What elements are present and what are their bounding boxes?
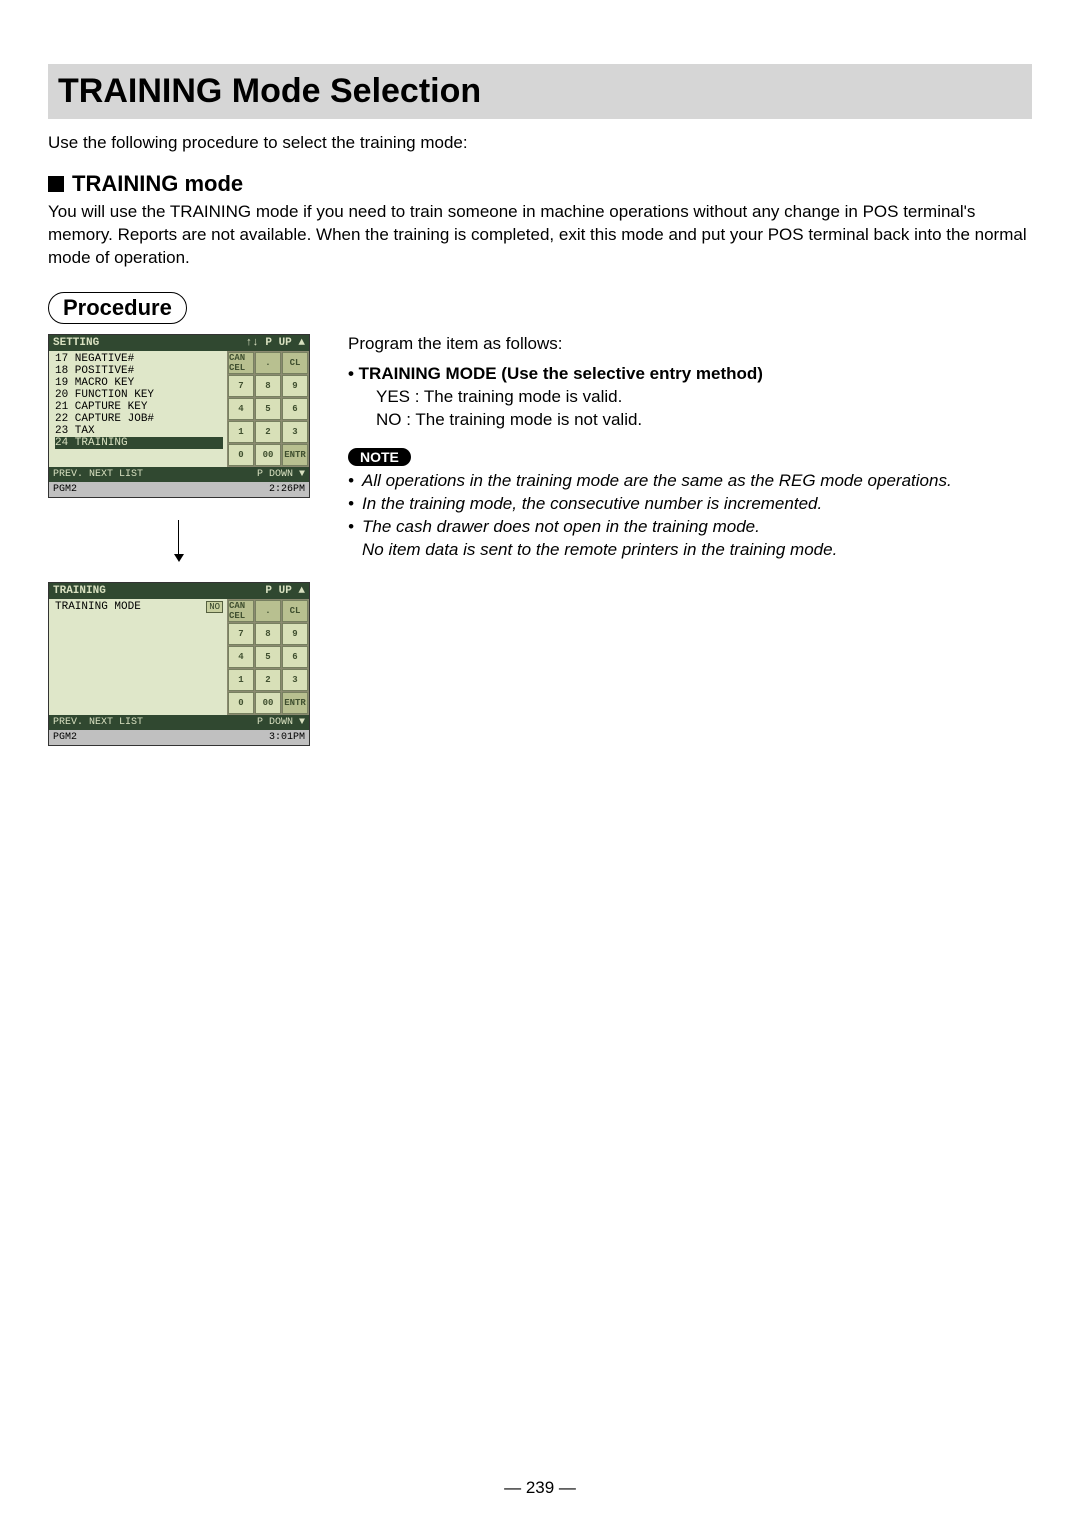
list-item[interactable]: 23 TAX xyxy=(55,425,223,437)
title-bar: TRAINING Mode Selection xyxy=(48,64,1032,119)
list-item[interactable]: 20 FUNCTION KEY xyxy=(55,389,223,401)
screen2-status-left: PGM2 xyxy=(53,732,77,743)
screen2-status-right: 3:01PM xyxy=(269,732,305,743)
key-2[interactable]: 2 xyxy=(255,421,281,443)
screen2-title: TRAINING xyxy=(53,585,106,597)
section-paragraph: You will use the TRAINING mode if you ne… xyxy=(48,201,1032,270)
key-00[interactable]: 00 xyxy=(255,692,281,714)
screen2-list-btn[interactable]: LIST xyxy=(119,717,143,728)
pos-screen-setting: SETTING ↑↓ P UP ▲ 17 NEGATIVE#18 POSITIV… xyxy=(48,334,310,498)
key-0[interactable]: 0 xyxy=(228,692,254,714)
intro-text: Use the following procedure to select th… xyxy=(48,133,1032,153)
page-title: TRAINING Mode Selection xyxy=(58,72,1022,111)
key-6[interactable]: 6 xyxy=(282,646,308,668)
list-item[interactable]: 21 CAPTURE KEY xyxy=(55,401,223,413)
training-mode-bullet: • TRAINING MODE (Use the selective entry… xyxy=(348,364,1032,384)
screen1-header-right: ↑↓ P UP ▲ xyxy=(246,337,305,349)
key-entr[interactable]: ENTR xyxy=(282,692,308,714)
key-1[interactable]: 1 xyxy=(228,421,254,443)
screen2-line: TRAINING MODE xyxy=(55,601,141,613)
key-7[interactable]: 7 xyxy=(228,623,254,645)
note-item: No item data is sent to the remote print… xyxy=(362,539,837,562)
screen2-header-right: P UP ▲ xyxy=(265,585,305,597)
note-item: All operations in the training mode are … xyxy=(362,470,952,493)
no-line: NO : The training mode is not valid. xyxy=(376,409,1032,432)
key-5[interactable]: 5 xyxy=(255,646,281,668)
screen1-pdown[interactable]: P DOWN ▼ xyxy=(257,469,305,480)
key-9[interactable]: 9 xyxy=(282,623,308,645)
key-4[interactable]: 4 xyxy=(228,646,254,668)
key-9[interactable]: 9 xyxy=(282,375,308,397)
key-8[interactable]: 8 xyxy=(255,623,281,645)
key-2[interactable]: 2 xyxy=(255,669,281,691)
screen1-list: 17 NEGATIVE#18 POSITIVE#19 MACRO KEY20 F… xyxy=(49,351,227,467)
note-item: The cash drawer does not open in the tra… xyxy=(362,516,760,539)
arrow-down-icon xyxy=(178,520,179,560)
key-entr[interactable]: ENTR xyxy=(282,444,308,466)
screen1-title: SETTING xyxy=(53,337,99,349)
screen1-prev[interactable]: PREV. xyxy=(53,469,83,480)
screen2-prev[interactable]: PREV. xyxy=(53,717,83,728)
key-cancel[interactable]: CAN CEL xyxy=(228,600,254,622)
key-cl[interactable]: CL xyxy=(282,600,308,622)
key-dot[interactable]: . xyxy=(255,352,281,374)
list-item[interactable]: 22 CAPTURE JOB# xyxy=(55,413,223,425)
key-00[interactable]: 00 xyxy=(255,444,281,466)
screen2-keypad: CAN CEL . CL 7 8 9 4 5 6 1 2 3 0 00 xyxy=(227,599,309,715)
screen2-next[interactable]: NEXT xyxy=(89,717,113,728)
key-8[interactable]: 8 xyxy=(255,375,281,397)
screen1-status-left: PGM2 xyxy=(53,484,77,495)
list-item[interactable]: 17 NEGATIVE# xyxy=(55,353,223,365)
key-7[interactable]: 7 xyxy=(228,375,254,397)
screen1-next[interactable]: NEXT xyxy=(89,469,113,480)
notes-list: •All operations in the training mode are… xyxy=(348,470,1032,562)
note-label: NOTE xyxy=(348,448,411,466)
key-4[interactable]: 4 xyxy=(228,398,254,420)
section-heading: TRAINING mode xyxy=(72,171,243,197)
screen2-list: TRAINING MODE NO xyxy=(49,599,227,715)
key-cancel[interactable]: CAN CEL xyxy=(228,352,254,374)
square-bullet-icon xyxy=(48,176,64,192)
screen1-status-right: 2:26PM xyxy=(269,484,305,495)
procedure-label: Procedure xyxy=(48,292,187,324)
screen1-keypad: CAN CEL . CL 7 8 9 4 5 6 1 2 3 0 00 xyxy=(227,351,309,467)
screen2-pdown[interactable]: P DOWN ▼ xyxy=(257,717,305,728)
key-6[interactable]: 6 xyxy=(282,398,308,420)
key-5[interactable]: 5 xyxy=(255,398,281,420)
screen2-value-no[interactable]: NO xyxy=(206,601,223,613)
key-cl[interactable]: CL xyxy=(282,352,308,374)
note-item: In the training mode, the consecutive nu… xyxy=(362,493,822,516)
list-item[interactable]: 19 MACRO KEY xyxy=(55,377,223,389)
key-1[interactable]: 1 xyxy=(228,669,254,691)
key-dot[interactable]: . xyxy=(255,600,281,622)
yes-line: YES : The training mode is valid. xyxy=(376,386,1032,409)
key-0[interactable]: 0 xyxy=(228,444,254,466)
page-number: — 239 — xyxy=(0,1478,1080,1498)
pos-screen-training: TRAINING P UP ▲ TRAINING MODE NO CAN CEL… xyxy=(48,582,310,746)
key-3[interactable]: 3 xyxy=(282,669,308,691)
program-lead: Program the item as follows: xyxy=(348,334,1032,354)
key-3[interactable]: 3 xyxy=(282,421,308,443)
screen1-list-btn[interactable]: LIST xyxy=(119,469,143,480)
list-item[interactable]: 18 POSITIVE# xyxy=(55,365,223,377)
list-item[interactable]: 24 TRAINING xyxy=(55,437,223,449)
